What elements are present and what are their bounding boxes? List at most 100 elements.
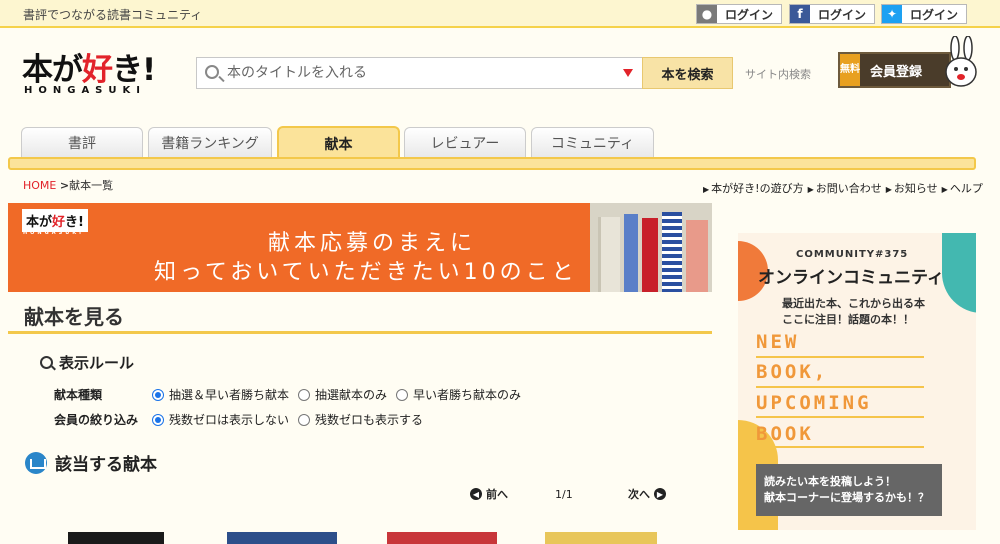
pager-count: 1/1 [555,488,573,501]
twitter-icon: ✦ [882,5,902,23]
logo-text-pre: 本が [22,52,83,88]
util-link-news[interactable]: ▶ お知らせ [886,180,938,196]
banner-headline-1: 献本応募のまえに [268,231,477,256]
facebook-login-button[interactable]: f ログイン [789,4,876,24]
community-side-ad[interactable]: COMMUNITY#375 オンラインコミュニティ 最近出た本、これから出る本 … [738,233,976,530]
arrow-icon: ▶ [941,185,948,194]
arrow-icon: ▶ [885,185,892,194]
logo-text-red: 好 [82,52,113,88]
matching-giveaways-heading: 該当する献本 [25,450,157,475]
banner-logo-red: 好 [52,215,66,230]
search-dropdown-arrow-icon[interactable] [623,69,633,77]
site-logo[interactable]: 本が好き! [22,44,156,89]
display-rules-label: 表示ルール [59,354,135,372]
register-button[interactable]: 無料 会員登録 [838,52,951,88]
breadcrumb-current: 献本一覧 [69,179,114,192]
breadcrumb-home[interactable]: HOME [23,179,56,192]
search-button[interactable]: 本を検索 [642,57,733,89]
tab-giveaway[interactable]: 献本 [277,126,400,159]
util-link-label: お問い合わせ [815,182,882,195]
pager-next-button[interactable]: 次へ ▶ [628,486,666,502]
radio-lottery-and-first-come[interactable]: 抽選＆早い者勝ち献本 [152,386,289,403]
ad-big-text: BOOK [756,423,814,445]
tab-reviewers[interactable]: レビュアー [404,127,526,157]
search-input[interactable] [227,58,607,88]
util-link-help[interactable]: ▶ ヘルプ [942,180,983,196]
search-icon [40,356,53,369]
ad-cta-line-2: 献本コーナーに登場するかも！？ [764,491,929,504]
pager-prev-label: 前へ [486,488,508,501]
book-cover-thumbnail[interactable] [387,532,497,544]
site-tagline: 書評でつながる読書コミュニティ [23,8,203,22]
ad-divider [756,446,924,448]
arrow-icon: ▶ [807,185,814,194]
ad-cta-box: 読みたい本を投稿しよう！ 献本コーナーに登場するかも！？ [756,464,942,516]
search-box [196,57,643,89]
arrow-icon: ▶ [703,185,710,194]
radio-indicator [298,388,311,401]
user-icon: ● [697,5,717,23]
radio-indicator [396,388,409,401]
banner-logo-pre: 本が [26,215,53,230]
member-filter-label: 会員の絞り込み [54,413,139,427]
radio-lottery-only[interactable]: 抽選献本のみ [298,386,387,403]
giveaway-guide-banner[interactable]: 本が好き! HONGASUKI 献本応募のまえに 知っておいていただきたい10の… [8,203,712,292]
radio-selected-indicator [152,388,164,401]
util-link-contact[interactable]: ▶ お問い合わせ [808,180,882,196]
util-link-label: お知らせ [893,182,938,195]
radio-indicator [298,413,311,426]
ad-divider [756,416,924,418]
login-label: ログイン [725,7,774,22]
login-button[interactable]: ● ログイン [696,4,783,24]
breadcrumb-separator-icon: > [59,179,70,192]
book-cover-thumbnail[interactable] [227,532,337,544]
radio-label: 抽選＆早い者勝ち献本 [169,388,290,402]
chevron-left-icon: ◀ [470,488,482,500]
radio-first-come-only[interactable]: 早い者勝ち献本のみ [396,386,521,403]
radio-label: 早い者勝ち献本のみ [413,388,522,402]
ad-community-tag: COMMUNITY#375 [796,249,909,260]
register-label: 会員登録 [870,64,923,80]
ad-big-text: BOOK, [756,361,829,383]
book-cover-thumbnail[interactable] [545,532,657,544]
twitter-login-label: ログイン [910,7,959,22]
pager-next-label: 次へ [628,488,650,501]
ad-divider [756,386,924,388]
book-icon [25,451,47,474]
util-link-label: 本が好き!の遊び方 [711,182,804,195]
book-cover-thumbnail[interactable] [68,532,164,544]
giveaway-type-label: 献本種類 [54,388,103,402]
pager-prev-button[interactable]: ◀ 前へ [470,486,508,502]
tab-reviews[interactable]: 書評 [21,127,143,157]
tab-community[interactable]: コミュニティ [531,127,654,157]
page-title: 献本を見る [24,305,124,329]
logo-text-post: き! [112,52,156,88]
logo-subtitle: HONGASUKI [24,85,146,96]
display-rules-heading: 表示ルール [40,352,134,373]
banner-logo-post: き! [65,215,84,230]
banner-books-illustration [590,203,712,292]
banner-logo-subtitle: HONGASUKI [23,230,84,236]
radio-label: 残数ゼロも表示する [315,413,424,427]
utility-links: ▶ 本が好き!の遊び方 ▶ お問い合わせ ▶ お知らせ ▶ ヘルプ [703,180,983,196]
free-badge: 無料 [840,54,860,86]
tab-book-ranking[interactable]: 書籍ランキング [148,127,272,157]
radio-show-zero-stock[interactable]: 残数ゼロも表示する [298,411,423,428]
ad-cta-line-1: 読みたい本を投稿しよう！ [764,475,896,488]
radio-hide-zero-stock[interactable]: 残数ゼロは表示しない [152,411,289,428]
twitter-login-button[interactable]: ✦ ログイン [881,4,968,24]
section-divider [8,331,712,334]
decoration [942,233,976,313]
search-icon [205,65,219,79]
radio-selected-indicator [152,413,164,426]
top-bar: 書評でつながる読書コミュニティ ● ログイン f ログイン ✦ ログイン [0,0,1000,28]
ad-big-text: UPCOMING [756,392,872,414]
util-link-how-to[interactable]: ▶ 本が好き!の遊び方 [703,180,804,196]
breadcrumb: HOME >献本一覧 [23,177,113,193]
matching-giveaways-label: 該当する献本 [55,455,157,475]
nav-underline [8,157,976,170]
util-link-label: ヘルプ [949,182,983,195]
ad-description-1: 最近出た本、これから出る本 [782,297,925,310]
site-search-link[interactable]: サイト内検索 [745,66,811,82]
chevron-right-icon: ▶ [654,488,666,500]
